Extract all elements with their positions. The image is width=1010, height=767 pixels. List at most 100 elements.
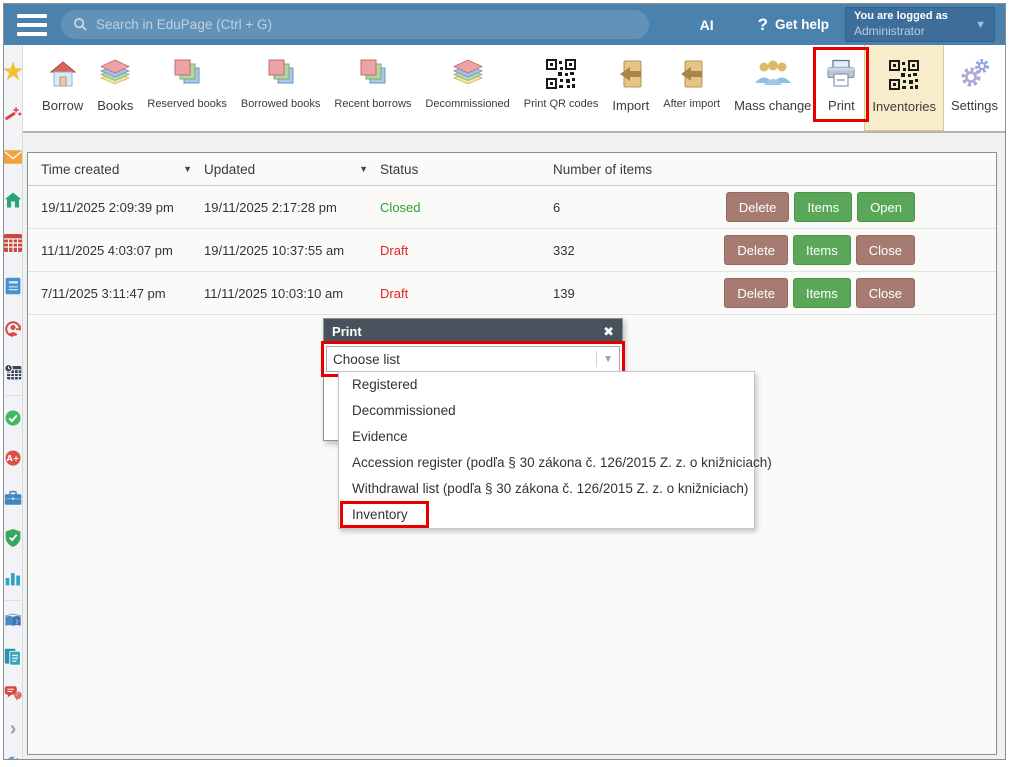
cell-number-of-items: 332 [553, 243, 724, 258]
notebook-icon [4, 275, 22, 297]
close-button[interactable]: Close [856, 278, 915, 308]
sort-desc-icon[interactable]: ▼ [359, 164, 368, 174]
qr-code-icon [546, 59, 576, 89]
cell-updated: 19/11/2025 2:17:28 pm [204, 200, 380, 215]
person-sync-icon [4, 317, 22, 341]
bar-chart-icon [4, 568, 22, 588]
get-help-label: Get help [775, 17, 829, 32]
column-updated[interactable]: Updated [204, 162, 255, 177]
check-badge-icon [4, 406, 22, 430]
toolbar-books[interactable]: Books [90, 45, 140, 131]
sidebar-item-grades[interactable]: A+ [4, 438, 22, 478]
sidebar-item-attendance[interactable] [4, 398, 22, 438]
toolbar-recent-borrows[interactable]: Recent borrows [327, 45, 418, 131]
sidebar-expand[interactable]: › [4, 711, 22, 747]
print-icon [825, 59, 857, 89]
sidebar-item-library[interactable]: › [4, 603, 22, 639]
option-registered[interactable]: Registered [339, 372, 754, 398]
library-toolbar: Borrow Books Reserved books Borrowed boo… [23, 45, 1005, 133]
inventories-qr-icon [889, 60, 919, 90]
settings-gears-icon [959, 59, 991, 89]
sidebar-item-reports[interactable] [4, 558, 22, 598]
toolbar-mass-change[interactable]: Mass change [727, 45, 818, 131]
option-accession-register[interactable]: Accession register (podľa § 30 zákona č.… [339, 450, 754, 476]
search-input[interactable]: Search in EduPage (Ctrl + G) [61, 10, 649, 39]
option-decommissioned[interactable]: Decommissioned [339, 398, 754, 424]
sidebar-item-classbook[interactable] [4, 264, 22, 307]
hamburger-menu-icon[interactable] [17, 14, 47, 36]
column-number-of-items[interactable]: Number of items [553, 162, 996, 177]
sidebar-item-documents[interactable]: › [4, 639, 22, 675]
option-inventory[interactable]: Inventory [339, 502, 754, 528]
open-button[interactable]: Open [857, 192, 915, 222]
shield-check-icon [4, 526, 22, 550]
chevron-right-icon: › [10, 718, 17, 741]
sidebar-item-admin[interactable] [4, 518, 22, 558]
ai-button[interactable]: AI [700, 17, 714, 33]
logged-as-label: You are logged as [854, 10, 975, 24]
copy-document-icon [4, 646, 22, 668]
print-modal-header[interactable]: Print ✖ [324, 319, 622, 344]
cell-time-created: 19/11/2025 2:09:39 pm [28, 200, 204, 215]
sidebar-item-wizard[interactable] [4, 92, 22, 135]
delete-button[interactable]: Delete [726, 192, 790, 222]
delete-button[interactable]: Delete [724, 235, 788, 265]
toolbar-decommissioned[interactable]: Decommissioned [418, 45, 516, 131]
cell-number-of-items: 6 [553, 200, 726, 215]
logged-as-user: Administrator [854, 24, 975, 39]
house-icon [4, 189, 22, 211]
svg-text:A+: A+ [7, 454, 20, 463]
option-evidence[interactable]: Evidence [339, 424, 754, 450]
items-button[interactable]: Items [793, 235, 851, 265]
toolbar-after-import[interactable]: After import [656, 45, 727, 131]
chevron-down-icon: ▼ [596, 351, 613, 367]
close-button[interactable]: Close [856, 235, 915, 265]
content-area: Time created ▼ Updated ▼ Status Number of … [23, 133, 1005, 760]
items-button[interactable]: Items [794, 192, 852, 222]
books-stack-icon [97, 58, 133, 90]
toolbar-print[interactable]: Print [818, 45, 864, 131]
envelope-icon [4, 148, 22, 166]
borrowed-books-icon [264, 58, 298, 90]
sidebar-item-favorites[interactable]: ★ [4, 49, 22, 92]
logged-as-dropdown[interactable]: You are logged as Administrator ▼ [845, 7, 995, 42]
column-status[interactable]: Status [380, 162, 553, 177]
toolbar-import[interactable]: Import [605, 45, 656, 131]
column-time-created[interactable]: Time created [41, 162, 119, 177]
search-placeholder: Search in EduPage (Ctrl + G) [96, 17, 272, 32]
sidebar-item-timetable[interactable] [4, 221, 22, 264]
option-withdrawal-list[interactable]: Withdrawal list (podľa § 30 zákona č. 12… [339, 476, 754, 502]
toolbar-borrowed-books[interactable]: Borrowed books [234, 45, 328, 131]
sidebar-separator [4, 395, 22, 396]
chat-bubbles-icon [4, 683, 22, 703]
toolbar-settings[interactable]: Settings [944, 45, 1005, 131]
sidebar-item-messages[interactable] [4, 135, 22, 178]
left-sidebar: ★ [4, 45, 23, 760]
toolbar-borrow[interactable]: Borrow [35, 45, 90, 131]
star-icon: ★ [4, 58, 23, 84]
cell-status: Draft [380, 243, 553, 258]
sidebar-item-agenda[interactable] [4, 478, 22, 518]
sidebar-item-substitutions[interactable] [4, 307, 22, 350]
table-row: 11/11/2025 4:03:07 pm 19/11/2025 10:37:5… [28, 229, 996, 272]
table-row: 7/11/2025 3:11:47 pm 11/11/2025 10:03:10… [28, 272, 996, 315]
get-help-button[interactable]: ? Get help [758, 15, 829, 35]
toolbar-reserved-books[interactable]: Reserved books [140, 45, 234, 131]
delete-button[interactable]: Delete [724, 278, 788, 308]
decommissioned-stack-icon [450, 58, 486, 90]
sidebar-item-home[interactable] [4, 178, 22, 221]
choose-list-select[interactable]: Choose list ▼ [326, 346, 620, 372]
toolbar-print-qr-codes[interactable]: Print QR codes [517, 45, 606, 131]
sidebar-item-planning[interactable] [4, 350, 22, 393]
reserved-books-icon [170, 58, 204, 90]
close-icon[interactable]: ✖ [603, 324, 614, 340]
magic-wand-icon [4, 102, 22, 126]
toolbar-inventories[interactable]: Inventories [864, 45, 944, 131]
sort-desc-icon[interactable]: ▼ [183, 164, 192, 174]
recent-borrows-icon [356, 58, 390, 90]
cell-status: Closed [380, 200, 553, 215]
sidebar-item-more[interactable] [4, 747, 22, 760]
items-button[interactable]: Items [793, 278, 851, 308]
sidebar-item-communication[interactable]: › [4, 675, 22, 711]
mass-change-people-icon [753, 59, 793, 89]
